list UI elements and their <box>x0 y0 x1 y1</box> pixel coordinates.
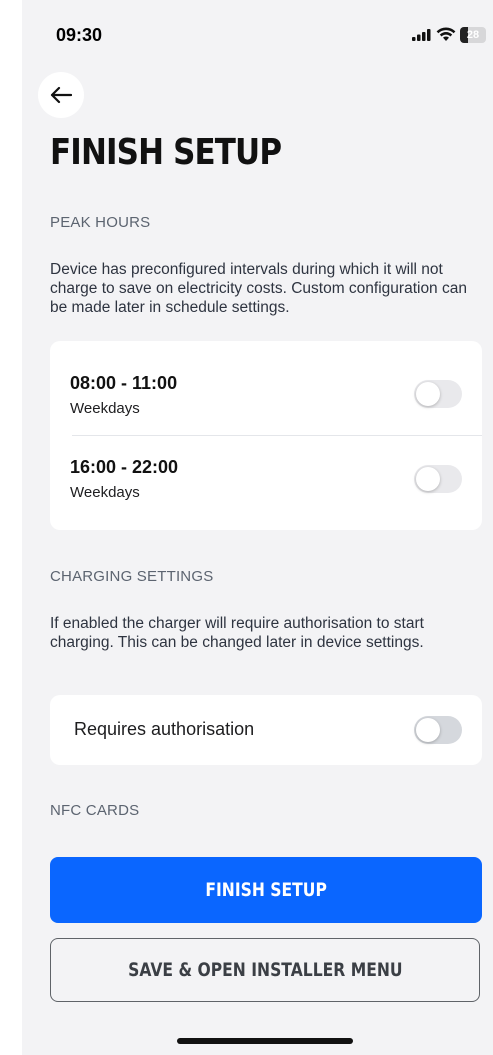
save-open-installer-menu-button[interactable]: SAVE & OPEN INSTALLER MENU <box>50 938 480 1002</box>
requires-auth-toggle[interactable] <box>414 716 462 744</box>
requires-auth-row: Requires authorisation <box>50 695 482 765</box>
home-indicator <box>177 1038 353 1044</box>
slot-time: 08:00 - 11:00 <box>70 373 178 393</box>
app-screen: 09:30 28 FINISH SETUP PEAK HOURS Device … <box>22 0 493 1055</box>
page-title: FINISH SETUP <box>50 132 282 173</box>
section-label-charging-settings: CHARGING SETTINGS <box>50 568 214 585</box>
slot-2-toggle[interactable] <box>414 465 462 493</box>
slot-time: 16:00 - 22:00 <box>70 457 179 477</box>
slot-days: Weekdays <box>70 400 140 417</box>
slot-days: Weekdays <box>70 484 140 501</box>
status-time: 09:30 <box>56 25 103 45</box>
finish-setup-button[interactable]: FINISH SETUP <box>50 857 482 923</box>
finish-setup-label: FINISH SETUP <box>205 879 327 901</box>
section-label-nfc-cards: NFC CARDS <box>50 802 140 819</box>
battery-icon: 28 <box>460 27 486 43</box>
toggle-knob <box>416 382 440 406</box>
peak-hours-description: Device has preconfigured intervals durin… <box>50 261 467 316</box>
requires-auth-label: Requires authorisation <box>74 719 255 739</box>
battery-level: 28 <box>466 29 480 41</box>
toggle-knob <box>416 718 440 742</box>
status-bar: 09:30 28 <box>22 0 493 70</box>
slot-1-toggle[interactable] <box>414 380 462 408</box>
toggle-knob <box>416 467 440 491</box>
section-label-peak-hours: PEAK HOURS <box>50 214 151 231</box>
peak-hours-card: 08:00 - 11:00 Weekdays 16:00 - 22:00 Wee… <box>50 341 482 530</box>
save-open-installer-menu-label: SAVE & OPEN INSTALLER MENU <box>127 959 403 981</box>
wifi-icon <box>436 27 456 41</box>
signal-icon <box>412 29 431 41</box>
arrow-left-icon <box>50 86 72 104</box>
back-button[interactable] <box>38 72 84 118</box>
charging-settings-description: If enabled the charger will require auth… <box>50 615 424 651</box>
divider <box>72 435 482 436</box>
